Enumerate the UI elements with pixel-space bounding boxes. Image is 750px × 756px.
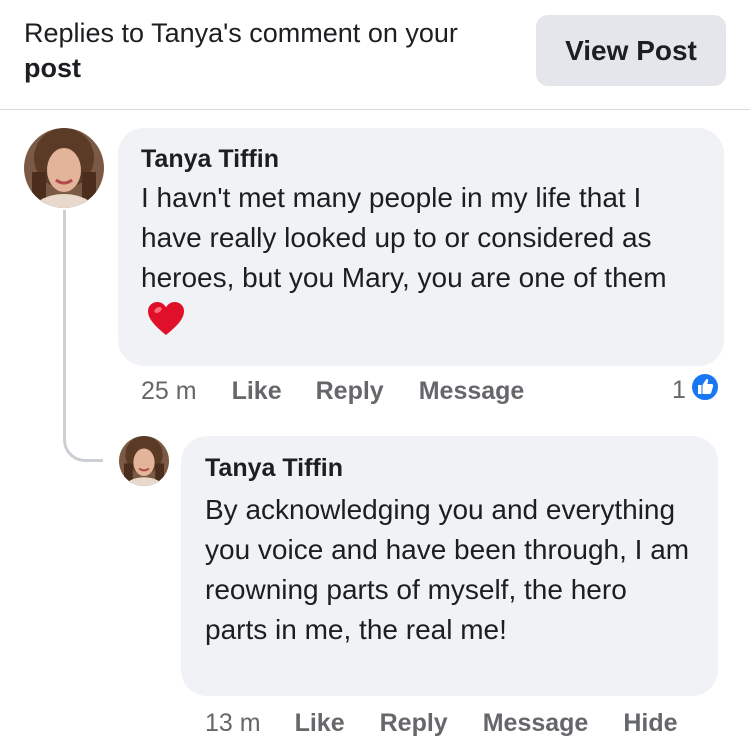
avatar[interactable] xyxy=(119,436,169,486)
like-icon xyxy=(689,371,720,409)
comment-author[interactable]: Tanya Tiffin xyxy=(205,453,696,483)
header-title-text: Replies to Tanya's comment on your xyxy=(24,18,458,48)
reply-actions: 13 m Like Reply Message Hide xyxy=(205,708,678,738)
hide-button[interactable]: Hide xyxy=(623,709,677,738)
comment-author[interactable]: Tanya Tiffin xyxy=(141,144,700,174)
comment-body: By acknowledging you and everything you … xyxy=(205,494,690,645)
comment-actions: 25 m Like Reply Message xyxy=(141,376,524,406)
replies-header: Replies to Tanya's comment on your post … xyxy=(0,0,750,110)
comment-timestamp[interactable]: 25 m xyxy=(141,377,197,406)
comment-bubble: Tanya Tiffin I havn't met many people in… xyxy=(118,128,724,366)
comment-timestamp[interactable]: 13 m xyxy=(205,709,261,738)
header-title-bold[interactable]: post xyxy=(24,53,81,83)
comment-body: I havn't met many people in my life that… xyxy=(141,182,667,293)
reaction-count: 1 xyxy=(672,375,686,404)
like-button[interactable]: Like xyxy=(232,377,282,406)
message-button[interactable]: Message xyxy=(483,709,589,738)
comment-text: I havn't met many people in my life that… xyxy=(141,178,700,348)
message-button[interactable]: Message xyxy=(419,377,525,406)
reply-button[interactable]: Reply xyxy=(316,377,384,406)
red-heart-emoji-icon xyxy=(147,301,185,348)
header-title: Replies to Tanya's comment on your post xyxy=(24,16,514,86)
view-post-button[interactable]: View Post xyxy=(536,15,726,86)
reaction-summary[interactable]: 1 xyxy=(672,371,720,409)
avatar[interactable] xyxy=(24,128,104,208)
thread-connector-line xyxy=(63,210,103,462)
reply-bubble: Tanya Tiffin By acknowledging you and ev… xyxy=(181,436,718,696)
like-button[interactable]: Like xyxy=(295,709,345,738)
reply-button[interactable]: Reply xyxy=(380,709,448,738)
